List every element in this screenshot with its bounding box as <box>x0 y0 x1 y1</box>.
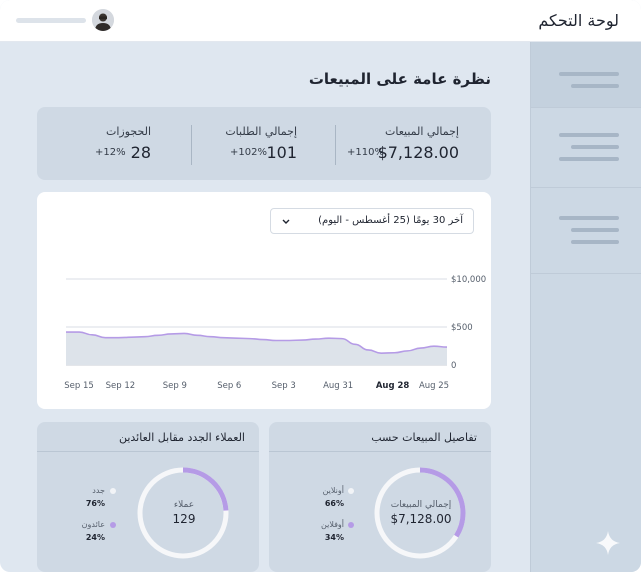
menu-lines-icon <box>571 145 619 149</box>
menu-lines-icon <box>571 240 619 244</box>
menu-lines-icon <box>571 228 619 232</box>
menu-lines-icon <box>571 84 619 88</box>
legend-label-online: أونلاين <box>322 486 344 495</box>
donut-center-value: 129 <box>172 512 196 526</box>
legend-pct-offline: 34% <box>324 533 344 542</box>
stats-panel: إجمالي المبيعات $7,128.00 +110% إجمالي ا… <box>37 107 491 180</box>
stat-value: 101 <box>266 143 297 162</box>
legend-dot-online <box>348 488 354 494</box>
stat-divider <box>335 125 336 165</box>
x-tick-label: Sep 12 <box>106 381 136 391</box>
legend-pct-online: 66% <box>324 499 344 508</box>
x-tick-label: Sep 15 <box>64 381 94 391</box>
customers-card: العملاء الجدد مقابل العائدين عملاء 129 ج… <box>37 422 259 572</box>
stat-label: إجمالي المبيعات <box>384 125 459 138</box>
x-tick-label: Aug 31 <box>323 381 353 391</box>
stat-bookings-change-wrap: +12% <box>95 107 126 180</box>
donut-center-value: $7,128.00 <box>390 512 452 526</box>
sales-line-chart: $10,000 $500 0 Sep 15 Sep 12 Sep 9 Sep 6 Sep 3 A… <box>64 275 486 391</box>
menu-lines-icon <box>559 157 619 161</box>
page-title: نظرة عامة على المبيعات <box>308 70 491 88</box>
main-content: نظرة عامة على المبيعات إجمالي المبيعات $… <box>0 42 530 572</box>
sales-breakdown-donut-chart <box>374 467 466 559</box>
legend-label-new: جدد <box>92 486 105 495</box>
stat-divider <box>191 125 192 165</box>
x-tick-label: Aug 25 <box>419 381 449 391</box>
stat-total-sales: إجمالي المبيعات $7,128.00 +110% <box>337 107 459 180</box>
customers-donut-chart <box>137 467 229 559</box>
sales-chart-card: آخر 30 يومًا (25 أغسطس - اليوم) $10,000 $… <box>37 192 491 409</box>
stat-value: 28 <box>130 143 151 162</box>
legend-dot-new <box>110 488 116 494</box>
x-tick-label: Sep 9 <box>163 381 187 391</box>
sales-breakdown-card: تفاصيل المبيعات حسب إجمالي المبيعات $7,1… <box>269 422 491 572</box>
stat-value: $7,128.00 <box>377 143 459 162</box>
sidebar <box>530 42 641 572</box>
legend-label-offline: أوفلاين <box>321 520 344 529</box>
top-bar: لوحة التحكم <box>0 0 641 42</box>
y-tick-label: 0 <box>451 361 456 371</box>
legend-dot-returning <box>110 522 116 528</box>
legend-dot-offline <box>348 522 354 528</box>
sidebar-item-3[interactable] <box>531 188 641 274</box>
app-title: لوحة التحكم <box>538 11 619 30</box>
donut-center-label: إجمالي المبيعات <box>390 500 452 510</box>
stat-change: +110% <box>347 147 384 158</box>
y-tick-label: $10,000 <box>451 275 486 285</box>
sparkle-icon <box>596 531 620 555</box>
dashboard-window: لوحة التحكم نظرة عامة على المبيعات إجمال… <box>0 0 641 572</box>
menu-lines-icon <box>559 133 619 137</box>
menu-lines-icon <box>559 216 619 220</box>
user-avatar-icon[interactable] <box>92 9 114 31</box>
x-tick-label: Aug 28 <box>376 381 410 391</box>
menu-lines-icon <box>559 72 619 76</box>
legend-label-returning: عائدون <box>81 520 105 529</box>
legend-pct-returning: 24% <box>85 533 105 542</box>
sidebar-item-2[interactable] <box>531 108 641 188</box>
sidebar-item-1[interactable] <box>531 42 641 108</box>
search-placeholder-bar[interactable] <box>16 18 86 23</box>
y-tick-label: $500 <box>451 323 473 333</box>
legend-pct-new: 76% <box>85 499 105 508</box>
donut-center-label: عملاء <box>173 500 195 510</box>
stat-change: +12% <box>95 147 126 158</box>
x-tick-label: Sep 3 <box>272 381 296 391</box>
stat-change: +102% <box>230 147 267 158</box>
stat-orders-change-wrap: +102% <box>230 107 270 180</box>
x-tick-label: Sep 6 <box>217 381 241 391</box>
